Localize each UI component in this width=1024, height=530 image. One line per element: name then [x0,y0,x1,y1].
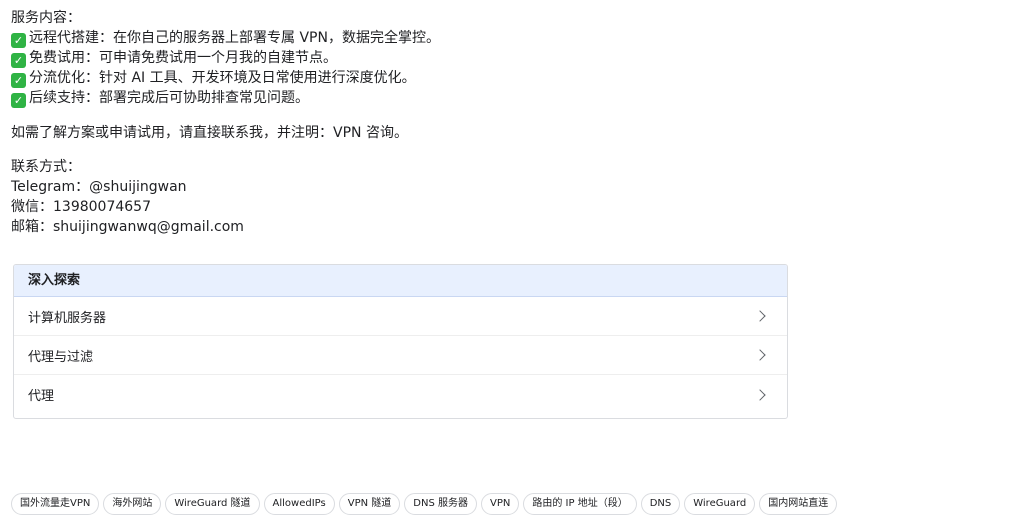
chevron-right-icon [754,388,766,401]
service-item: ✓ 后续支持：部署完成后可协助排查常见问题。 [11,88,771,108]
answer-content: 服务内容： ✓ 远程代搭建：在你自己的服务器上部署专属 VPN，数据完全掌控。 ✓… [11,8,771,237]
tag-chip[interactable]: DNS [640,493,681,515]
check-mark-icon: ✓ [11,73,26,88]
services-title: 服务内容： [11,10,81,26]
service-item-text: 免费试用：可申请免费试用一个月我的自建节点。 [29,50,337,66]
chevron-right-icon [754,349,766,361]
tag-chip[interactable]: WireGuard 隧道 [165,493,260,515]
service-item: ✓ 远程代搭建：在你自己的服务器上部署专属 VPN，数据完全掌控。 [11,28,771,48]
service-item-text: 后续支持：部署完成后可协助排查常见问题。 [29,90,309,106]
tag-chip[interactable]: 海外网站 [103,493,162,515]
tag-chip[interactable]: VPN 隧道 [338,493,401,515]
tag-list: 国外流量走VPN 海外网站 WireGuard 隧道 AllowedIPs VP… [11,493,838,515]
service-item: ✓ 分流优化：针对 AI 工具、开发环境及日常使用进行深度优化。 [11,68,771,88]
cta-text: 如需了解方案或申请试用，请直接联系我，并注明：VPN 咨询。 [11,125,408,141]
contact-wechat: 微信：13980074657 [11,199,151,215]
explore-item-label: 代理 [28,389,55,404]
service-item: ✓ 免费试用：可申请免费试用一个月我的自建节点。 [11,48,771,68]
explore-item[interactable]: 计算机服务器 [14,297,787,336]
explore-item-label: 代理与过滤 [28,349,94,365]
tag-chip[interactable]: 国内网站直连 [759,493,838,515]
tag-chip[interactable]: 国外流量走VPN [11,493,100,515]
tag-chip[interactable]: 路由的 IP 地址（段） [523,493,637,515]
contact-title: 联系方式： [11,159,81,175]
service-item-text: 分流优化：针对 AI 工具、开发环境及日常使用进行深度优化。 [29,70,416,86]
chevron-right-icon [754,310,766,322]
check-mark-icon: ✓ [11,93,26,108]
explore-item[interactable]: 代理 [14,375,787,414]
tag-chip[interactable]: AllowedIPs [263,493,335,515]
explore-header: 深入探索 [14,265,787,297]
tag-chip[interactable]: VPN [481,493,520,515]
service-item-text: 远程代搭建：在你自己的服务器上部署专属 VPN，数据完全掌控。 [29,30,440,46]
check-mark-icon: ✓ [11,33,26,48]
explore-item-label: 计算机服务器 [28,310,107,326]
check-mark-icon: ✓ [11,53,26,68]
contact-email: 邮箱：shuijingwanwq@gmail.com [11,219,244,235]
explore-item[interactable]: 代理与过滤 [14,336,787,375]
contact-telegram: Telegram：@shuijingwan [11,179,187,195]
explore-panel: 深入探索 计算机服务器 代理与过滤 代理 [13,264,788,419]
tag-chip[interactable]: DNS 服务器 [404,493,477,515]
tag-chip[interactable]: WireGuard [684,493,756,515]
